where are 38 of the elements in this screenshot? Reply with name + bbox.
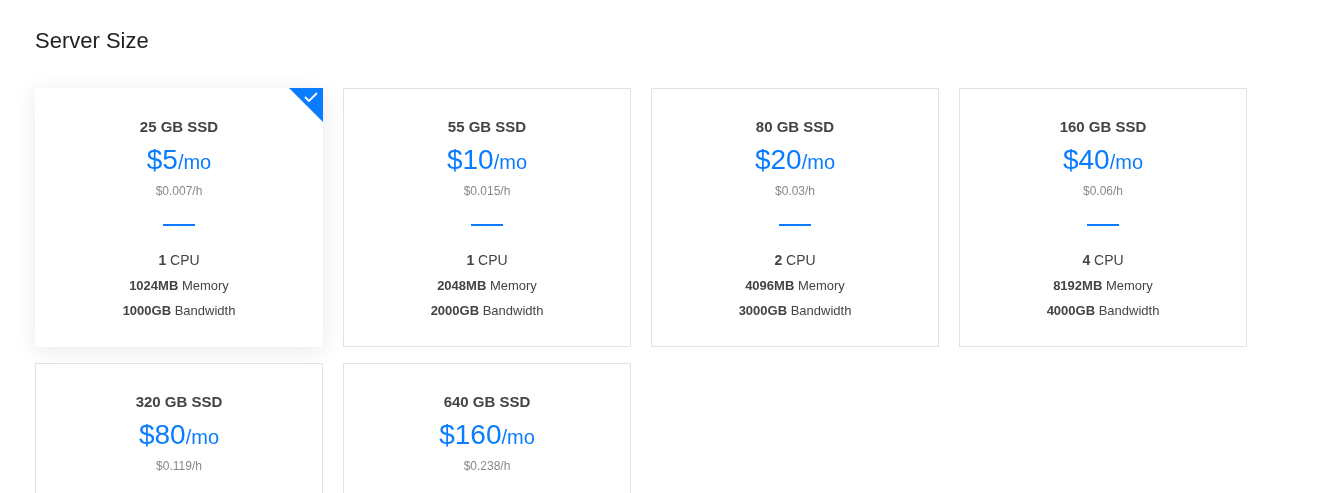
plan-storage: 640 GB SSD	[443, 392, 531, 413]
section-title: Server Size	[35, 28, 150, 55]
hourly-price: $0.238/h	[463, 457, 511, 475]
plan-card[interactable]: 320 GB SSD $80/mo $0.119/h	[35, 363, 323, 493]
plan-price: $80/mo	[138, 419, 220, 451]
plan-storage: 80 GB SSD	[755, 117, 835, 138]
hourly-price: $0.119/h	[156, 457, 202, 475]
plan-card[interactable]: 55 GB SSD $10/mo $0.015/h 1 CPU 2048MB Memory 2000GB Bandwidth	[343, 88, 631, 348]
plan-storage: 25 GB SSD	[139, 117, 219, 138]
plan-storage: 55 GB SSD	[447, 117, 527, 138]
hourly-price: $0.007/h	[155, 182, 203, 200]
plan-card[interactable]: 25 GB SSD $5/mo $0.007/h 1 CPU 1024MB Memory 1000GB Bandwidth	[35, 88, 323, 348]
hourly-price: $0.06/h	[1082, 182, 1123, 200]
selected-check-icon	[289, 88, 323, 123]
plan-spec: 1 CPU	[466, 250, 508, 270]
plan-price: $160/mo	[439, 419, 535, 451]
plan-price: $20/mo	[754, 144, 836, 176]
plan-card[interactable]: 640 GB SSD $160/mo $0.238/h	[343, 363, 631, 493]
plan-storage: 160 GB SSD	[1059, 117, 1147, 138]
plan-spec: 2000GB Bandwidth	[430, 301, 544, 320]
plan-price: $10/mo	[446, 144, 528, 176]
plan-spec: 2 CPU	[774, 250, 816, 270]
plan-spec: 4 CPU	[1082, 250, 1124, 270]
plan-spec: 4000GB Bandwidth	[1046, 301, 1160, 320]
plan-spec: 8192MB Memory	[1053, 276, 1153, 295]
plan-storage: 320 GB SSD	[135, 392, 223, 413]
plan-card[interactable]: 80 GB SSD $20/mo $0.03/h 2 CPU 4096MB Memory 3000GB Bandwidth	[651, 88, 939, 348]
plan-price: $5/mo	[146, 144, 212, 176]
plan-spec: 4096MB Memory	[745, 276, 845, 295]
plan-spec: 3000GB Bandwidth	[738, 301, 852, 320]
plan-spec: 1000GB Bandwidth	[122, 301, 236, 320]
plan-spec: 1024MB Memory	[129, 276, 229, 295]
plan-spec: 2048MB Memory	[437, 276, 537, 295]
hourly-price: $0.03/h	[774, 182, 815, 200]
hourly-price: $0.015/h	[463, 182, 511, 200]
plan-card[interactable]: 160 GB SSD $40/mo $0.06/h 4 CPU 8192MB Memory 4000GB Bandwidth	[959, 88, 1247, 348]
plan-spec: 1 CPU	[158, 250, 200, 270]
plan-price: $40/mo	[1062, 144, 1144, 176]
